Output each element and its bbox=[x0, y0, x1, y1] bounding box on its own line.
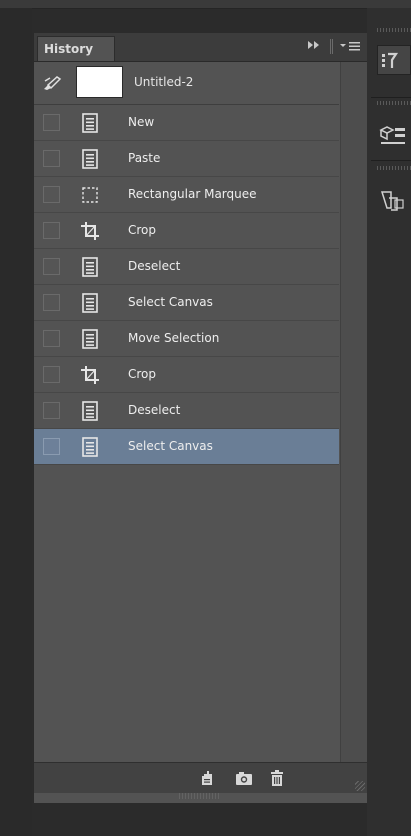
history-brush-icon[interactable] bbox=[42, 75, 62, 91]
crop-icon bbox=[80, 364, 100, 386]
header-divider bbox=[332, 39, 333, 54]
new-snapshot-icon[interactable] bbox=[235, 769, 253, 787]
document-icon bbox=[80, 436, 100, 458]
history-state-row[interactable]: Crop bbox=[34, 357, 339, 393]
document-icon bbox=[80, 112, 100, 134]
history-state-row[interactable]: Rectangular Marquee bbox=[34, 177, 339, 213]
dock-grip[interactable] bbox=[377, 101, 411, 105]
history-state-row[interactable]: Select Canvas bbox=[34, 429, 339, 465]
paths-icon[interactable] bbox=[377, 186, 411, 216]
marquee-icon bbox=[80, 184, 100, 206]
history-state-label[interactable]: Select Canvas bbox=[128, 295, 213, 309]
snapshot-source-checkbox[interactable] bbox=[43, 294, 60, 311]
snapshot-source-checkbox[interactable] bbox=[43, 402, 60, 419]
panel-footer bbox=[34, 762, 367, 793]
history-state-label[interactable]: Rectangular Marquee bbox=[128, 187, 257, 201]
tab-history[interactable]: History bbox=[37, 36, 115, 61]
history-state-label[interactable]: Select Canvas bbox=[128, 439, 213, 453]
document-icon bbox=[80, 400, 100, 422]
top-bar bbox=[0, 0, 411, 9]
left-gutter bbox=[0, 8, 32, 836]
dock-separator bbox=[371, 97, 411, 98]
snapshot-label[interactable]: Untitled-2 bbox=[134, 75, 193, 89]
history-state-label[interactable]: Deselect bbox=[128, 259, 180, 273]
history-state-label[interactable]: Paste bbox=[128, 151, 160, 165]
document-icon bbox=[80, 292, 100, 314]
new-document-from-state-icon[interactable] bbox=[199, 769, 217, 787]
snapshot-thumbnail[interactable] bbox=[76, 66, 123, 98]
history-state-label[interactable]: Deselect bbox=[128, 403, 180, 417]
snapshot-source-checkbox[interactable] bbox=[43, 438, 60, 455]
right-dock bbox=[367, 8, 411, 836]
dock-separator bbox=[371, 160, 411, 161]
document-icon bbox=[80, 256, 100, 278]
layers-3d-icon[interactable] bbox=[377, 118, 411, 148]
bottom-area bbox=[33, 803, 366, 836]
document-icon bbox=[80, 148, 100, 170]
dock-grip[interactable] bbox=[377, 28, 411, 32]
resize-grip[interactable] bbox=[355, 781, 365, 791]
panel-menu-icon[interactable] bbox=[338, 40, 362, 54]
photoshop-workspace: History Untitled-2 New Paste Rectangular… bbox=[0, 0, 411, 836]
tab-label: History bbox=[44, 42, 94, 56]
document-icon bbox=[80, 328, 100, 350]
snapshot-source-checkbox[interactable] bbox=[43, 150, 60, 167]
history-state-row[interactable]: Select Canvas bbox=[34, 285, 339, 321]
snapshot-source-checkbox[interactable] bbox=[43, 186, 60, 203]
delete-state-icon[interactable] bbox=[268, 769, 286, 787]
history-panel: History Untitled-2 New Paste Rectangular… bbox=[33, 33, 368, 803]
dock-grip[interactable] bbox=[377, 166, 411, 170]
history-state-label[interactable]: New bbox=[128, 115, 154, 129]
snapshot-source-checkbox[interactable] bbox=[43, 114, 60, 131]
history-state-label[interactable]: Crop bbox=[128, 367, 156, 381]
snapshot-source-checkbox[interactable] bbox=[43, 222, 60, 239]
history-state-row[interactable]: Deselect bbox=[34, 393, 339, 429]
history-list: Untitled-2 New Paste Rectangular Marquee Cr… bbox=[34, 62, 339, 465]
history-state-row[interactable]: Deselect bbox=[34, 249, 339, 285]
history-state-row[interactable]: Crop bbox=[34, 213, 339, 249]
snapshot-row[interactable]: Untitled-2 bbox=[34, 62, 339, 105]
panel-resize-handle[interactable] bbox=[179, 793, 219, 799]
snapshot-source-checkbox[interactable] bbox=[43, 366, 60, 383]
history-state-row[interactable]: Paste bbox=[34, 141, 339, 177]
history-state-row[interactable]: Move Selection bbox=[34, 321, 339, 357]
properties-icon[interactable] bbox=[377, 45, 411, 75]
collapse-panels-icon[interactable] bbox=[306, 40, 322, 54]
scrollbar[interactable] bbox=[340, 62, 367, 762]
crop-icon bbox=[80, 220, 100, 242]
snapshot-source-checkbox[interactable] bbox=[43, 258, 60, 275]
history-state-row[interactable]: New bbox=[34, 105, 339, 141]
history-state-label[interactable]: Crop bbox=[128, 223, 156, 237]
header-divider bbox=[330, 39, 331, 54]
snapshot-source-checkbox[interactable] bbox=[43, 330, 60, 347]
history-state-label[interactable]: Move Selection bbox=[128, 331, 219, 345]
panel-header: History bbox=[34, 33, 367, 62]
